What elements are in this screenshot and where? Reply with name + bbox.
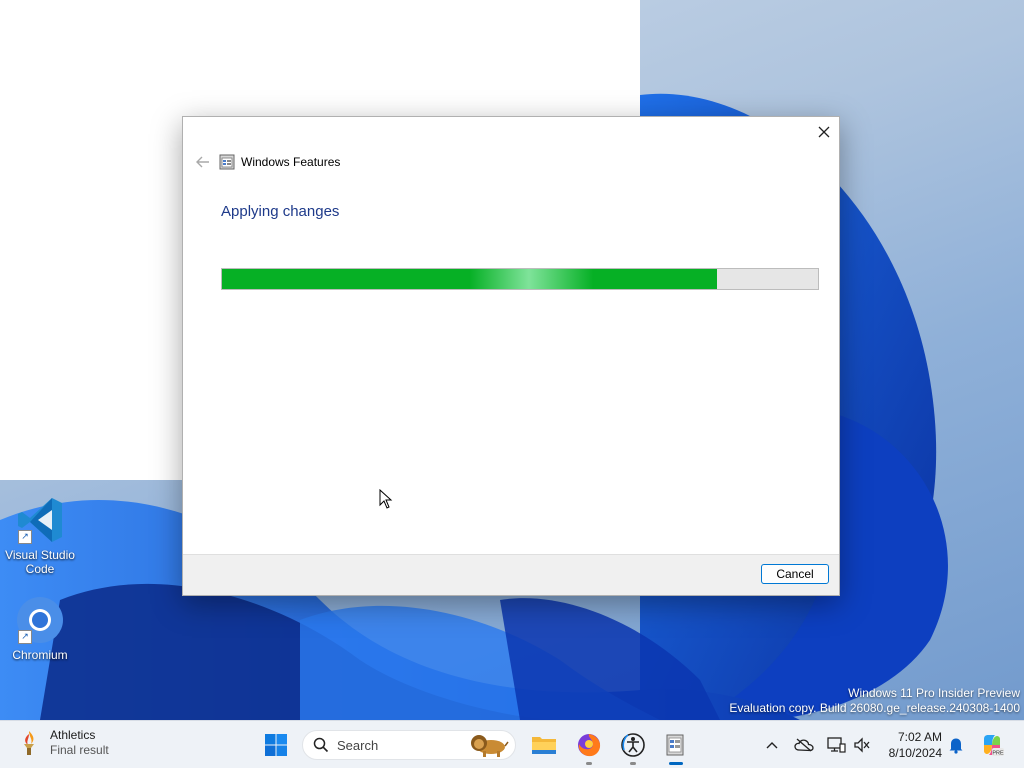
- cloud-offline-icon: [794, 738, 814, 752]
- vscode-icon: ↗: [14, 494, 66, 546]
- volume-tray-button[interactable]: [852, 735, 872, 755]
- cancel-button[interactable]: Cancel: [761, 564, 829, 584]
- dialog-title: Windows Features: [241, 155, 341, 169]
- widgets-button[interactable]: Athletics Final result: [18, 728, 109, 758]
- copilot-button[interactable]: PRE: [980, 733, 1004, 757]
- dialog-titlebar: Windows Features: [183, 147, 839, 177]
- widget-title: Athletics: [50, 728, 96, 742]
- windows-features-icon: [219, 154, 235, 170]
- desktop: ↗ Visual Studio Code ↗ Chromium Windows …: [0, 0, 1024, 768]
- dialog-footer: Cancel: [183, 554, 839, 595]
- status-heading: Applying changes: [221, 203, 340, 220]
- progress-bar-fill: [222, 269, 717, 289]
- show-hidden-icons-button[interactable]: [762, 735, 782, 755]
- search-placeholder: Search: [337, 737, 379, 753]
- network-icon: [827, 737, 846, 753]
- close-icon: [818, 126, 830, 138]
- taskbar-search-box[interactable]: Search: [302, 730, 516, 760]
- widget-subtitle: Final result: [50, 743, 109, 757]
- notifications-button[interactable]: [946, 735, 966, 755]
- search-icon: [313, 737, 329, 753]
- desktop-icon-chromium[interactable]: ↗ Chromium: [2, 594, 78, 662]
- start-button[interactable]: [260, 729, 292, 761]
- volume-muted-icon: [854, 737, 870, 753]
- windows-logo-icon: [265, 734, 287, 756]
- desktop-icon-label: Chromium: [12, 648, 68, 662]
- taskbar-file-explorer[interactable]: [528, 729, 560, 761]
- chromium-icon: ↗: [14, 594, 66, 646]
- back-arrow-icon: [196, 156, 209, 168]
- clock-date: 8/10/2024: [888, 746, 942, 760]
- os-watermark: Windows 11 Pro Insider Preview Evaluatio…: [729, 686, 1020, 716]
- search-highlight-lion-icon: [471, 735, 509, 757]
- network-tray-button[interactable]: [826, 735, 846, 755]
- desktop-icon-label: Visual Studio: [5, 548, 75, 562]
- desktop-icon-vscode[interactable]: ↗ Visual Studio Code: [2, 494, 78, 576]
- accessibility-icon: [621, 733, 645, 757]
- desktop-icon-label-line2: Code: [25, 562, 55, 576]
- taskbar-clock[interactable]: 7:02 AM 8/10/2024: [878, 729, 942, 761]
- taskbar: Athletics Final result Search 7:02 AM 8/…: [0, 720, 1024, 768]
- clock-time: 7:02 AM: [897, 730, 942, 744]
- chevron-up-icon: [766, 742, 778, 749]
- close-button[interactable]: [809, 117, 839, 147]
- folder-icon: [532, 737, 556, 754]
- back-button[interactable]: [189, 156, 217, 168]
- svg-text:PRE: PRE: [992, 751, 1004, 757]
- mouse-cursor-icon: [379, 489, 393, 509]
- firefox-icon: [578, 734, 601, 757]
- windows-features-dialog: Windows Features Applying changes Cancel: [182, 116, 840, 596]
- torch-icon: [24, 731, 34, 755]
- bell-icon: [949, 738, 963, 754]
- windows-features-icon: [666, 734, 684, 756]
- taskbar-accessibility-app[interactable]: [617, 729, 649, 765]
- progress-bar: [221, 268, 819, 290]
- onedrive-tray-button[interactable]: [794, 735, 814, 755]
- taskbar-firefox[interactable]: [573, 729, 605, 765]
- watermark-line2: Evaluation copy. Build 26080.ge_release.…: [729, 701, 1020, 715]
- taskbar-windows-features[interactable]: [660, 729, 692, 765]
- copilot-icon: PRE: [984, 735, 1004, 757]
- watermark-line1: Windows 11 Pro Insider Preview: [848, 686, 1020, 700]
